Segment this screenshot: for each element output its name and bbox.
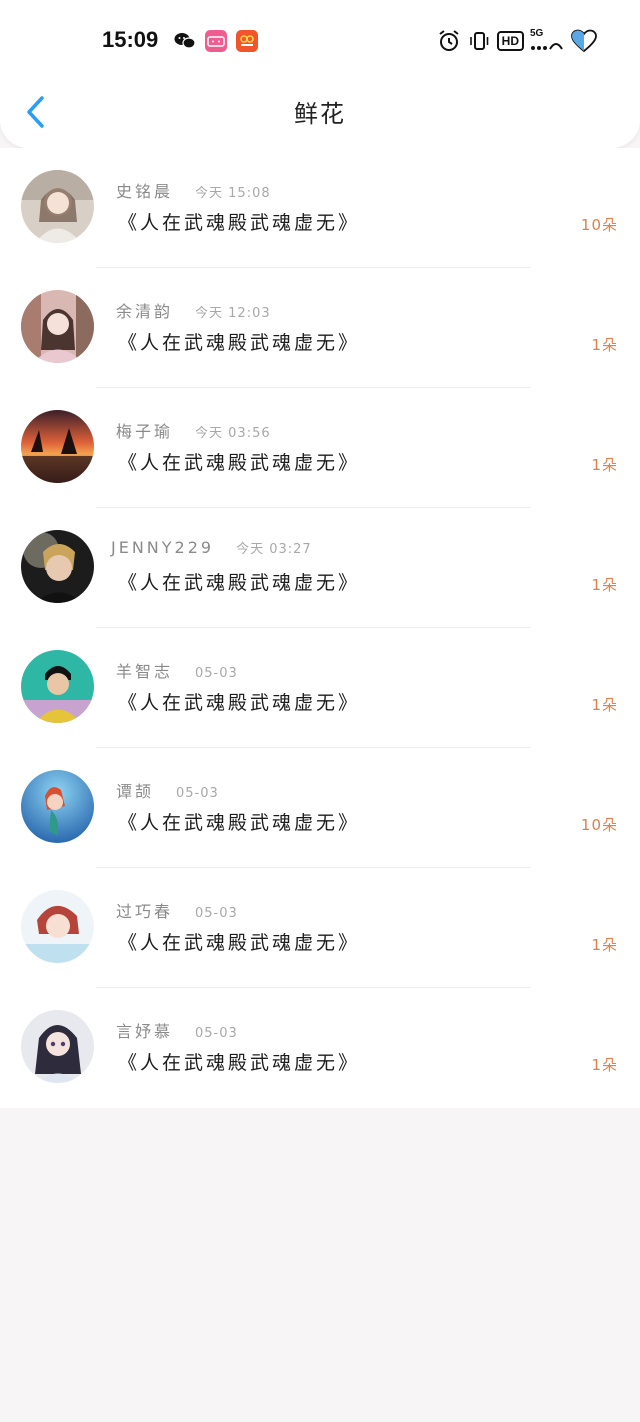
item-meta: 余清韵 今天 12:03: [116, 298, 271, 322]
item-meta: 梅子瑜 今天 03:56: [116, 418, 271, 442]
flower-count: 1朵: [591, 576, 618, 594]
shopping-app-icon: [236, 30, 258, 52]
item-meta: JENNY229 今天 03:27: [111, 538, 312, 557]
list-item[interactable]: 过巧春 05-03 《人在武魂殿武魂虚无》 1朵: [0, 868, 640, 988]
item-meta: 过巧春 05-03: [116, 898, 238, 922]
avatar[interactable]: [21, 290, 94, 363]
wechat-icon: [174, 30, 196, 52]
sender-name: 过巧春: [116, 902, 174, 921]
book-title: 《人在武魂殿武魂虚无》: [118, 812, 361, 834]
signal-5g-icon: 5G: [530, 28, 564, 53]
sent-time: 今天 12:03: [195, 306, 271, 321]
flower-count: 1朵: [591, 696, 618, 714]
item-meta: 史铭晨 今天 15:08: [116, 178, 271, 202]
sender-name: 余清韵: [116, 302, 174, 321]
nav-bar: 鲜花: [0, 80, 640, 144]
avatar[interactable]: [21, 170, 94, 243]
avatar[interactable]: [21, 1010, 94, 1083]
flower-count: 1朵: [591, 1056, 618, 1074]
page-title: 鲜花: [294, 100, 346, 128]
list-item[interactable]: 余清韵 今天 12:03 《人在武魂殿武魂虚无》 1朵: [0, 268, 640, 388]
sender-name: 史铭晨: [116, 182, 174, 201]
flower-count: 1朵: [591, 456, 618, 474]
avatar[interactable]: [21, 530, 94, 603]
sender-name: 谭颉: [116, 782, 155, 801]
item-meta: 羊智志 05-03: [116, 658, 238, 682]
alarm-icon: [439, 30, 459, 51]
flower-count: 10朵: [580, 216, 618, 234]
book-title: 《人在武魂殿武魂虚无》: [118, 692, 361, 714]
network-label: 5G: [530, 28, 544, 39]
list-item[interactable]: 梅子瑜 今天 03:56 《人在武魂殿武魂虚无》 1朵: [0, 388, 640, 508]
avatar[interactable]: [21, 770, 94, 843]
book-title: 《人在武魂殿武魂虚无》: [118, 932, 361, 954]
status-bar: 15:09 HD 5G: [0, 0, 640, 80]
sender-name: 羊智志: [116, 662, 174, 681]
avatar[interactable]: [21, 890, 94, 963]
item-meta: 言妤慕 05-03: [116, 1018, 238, 1042]
item-meta: 谭颉 05-03: [116, 778, 219, 802]
list-item[interactable]: 谭颉 05-03 《人在武魂殿武魂虚无》 10朵: [0, 748, 640, 868]
sender-name: 言妤慕: [116, 1022, 174, 1041]
sent-time: 05-03: [195, 906, 238, 921]
avatar[interactable]: [21, 410, 94, 483]
status-time: 15:09: [102, 27, 159, 52]
book-title: 《人在武魂殿武魂虚无》: [118, 452, 361, 474]
sent-time: 今天 03:27: [236, 542, 312, 557]
sender-name: 梅子瑜: [116, 422, 174, 441]
status-indicators: HD 5G: [437, 28, 598, 54]
book-title: 《人在武魂殿武魂虚无》: [118, 332, 361, 354]
sender-name: JENNY229: [111, 538, 215, 557]
battery-icon: [571, 29, 597, 53]
vibrate-icon: [469, 32, 488, 50]
list-item[interactable]: JENNY229 今天 03:27 《人在武魂殿武魂虚无》 1朵: [0, 508, 640, 628]
list-item[interactable]: 羊智志 05-03 《人在武魂殿武魂虚无》 1朵: [0, 628, 640, 748]
book-title: 《人在武魂殿武魂虚无》: [118, 212, 361, 234]
book-title: 《人在武魂殿武魂虚无》: [118, 1052, 361, 1074]
list-item[interactable]: 言妤慕 05-03 《人在武魂殿武魂虚无》 1朵: [0, 988, 640, 1108]
sent-time: 今天 03:56: [195, 426, 271, 441]
hd-icon: HD: [496, 31, 524, 51]
avatar[interactable]: [21, 650, 94, 723]
flower-count: 10朵: [580, 816, 618, 834]
sent-time: 05-03: [195, 666, 238, 681]
book-title: 《人在武魂殿武魂虚无》: [118, 572, 361, 594]
flower-gift-list: 史铭晨 今天 15:08 《人在武魂殿武魂虚无》 10朵 余清韵 今天 12:0…: [0, 148, 640, 1108]
flower-count: 1朵: [591, 336, 618, 354]
sent-time: 05-03: [176, 786, 219, 801]
sent-time: 05-03: [195, 1026, 238, 1041]
bilibili-app-icon: [205, 30, 227, 52]
sent-time: 今天 15:08: [195, 186, 271, 201]
flower-count: 1朵: [591, 936, 618, 954]
list-item[interactable]: 史铭晨 今天 15:08 《人在武魂殿武魂虚无》 10朵: [0, 148, 640, 268]
header: 15:09 HD 5G 鲜花: [0, 0, 640, 148]
